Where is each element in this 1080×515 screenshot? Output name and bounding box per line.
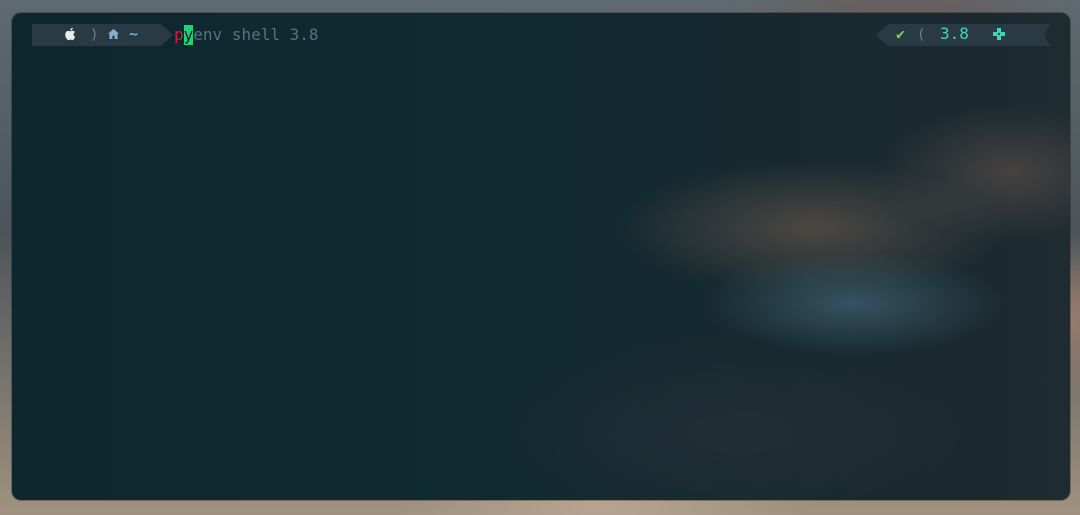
text-cursor: y — [183, 25, 194, 45]
prompt-separator: ) — [90, 27, 99, 43]
prompt-right-separator: ( — [917, 27, 926, 43]
home-icon — [108, 29, 119, 39]
command-autosuggestion: env shell 3.8 — [193, 25, 319, 44]
current-directory: ~ — [129, 25, 139, 43]
command-typed-char: p — [174, 25, 184, 44]
python-version: 3.8 — [940, 24, 969, 43]
prompt-left-segment — [32, 24, 173, 46]
apple-icon — [65, 27, 76, 41]
python-icon — [993, 28, 1005, 40]
terminal-window[interactable]: ) ~ pyenv shell 3.8 ✔ ( 3.8 — [12, 13, 1070, 500]
command-input[interactable]: pyenv shell 3.8 — [174, 25, 319, 45]
prompt-line: ) ~ pyenv shell 3.8 ✔ ( 3.8 — [12, 23, 1070, 49]
check-icon: ✔ — [896, 25, 906, 43]
